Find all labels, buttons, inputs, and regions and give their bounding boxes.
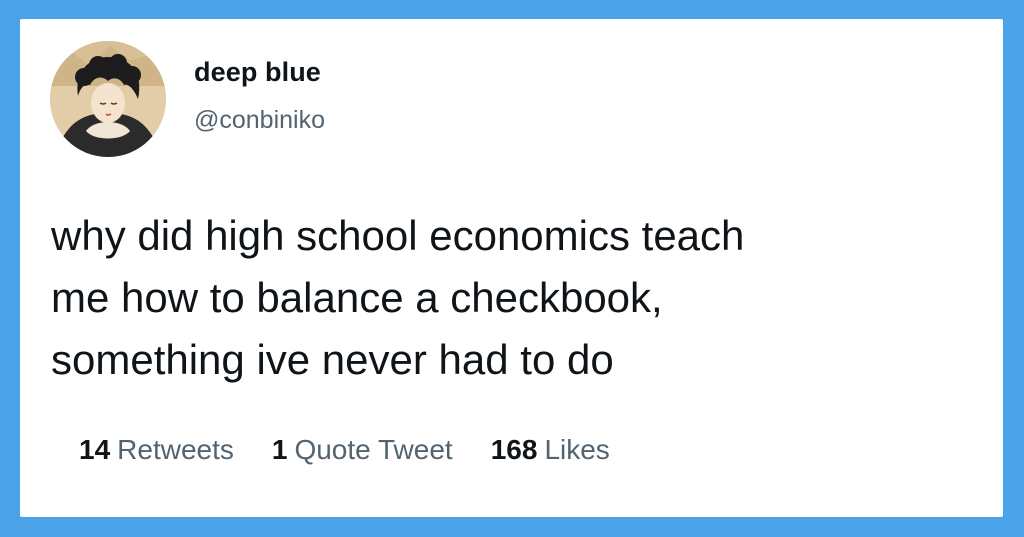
retweets-label: Retweets bbox=[117, 434, 234, 465]
retweets-count: 14 bbox=[79, 434, 111, 465]
quote-tweets-label: Quote Tweet bbox=[294, 434, 453, 465]
avatar-illustration bbox=[50, 41, 166, 157]
avatar[interactable] bbox=[50, 41, 166, 157]
display-name[interactable]: deep blue bbox=[194, 57, 321, 88]
tweet-card: deep blue @conbiniko why did high school… bbox=[20, 19, 1003, 517]
likes-stat[interactable]: 168 Likes bbox=[491, 434, 610, 466]
quote-tweets-stat[interactable]: 1 Quote Tweet bbox=[272, 434, 453, 466]
tweet-stats: 14 Retweets 1 Quote Tweet 168 Likes bbox=[79, 434, 648, 466]
tweet-text: why did high school economics teach me h… bbox=[51, 212, 745, 383]
quote-tweets-count: 1 bbox=[271, 434, 288, 465]
user-handle[interactable]: @conbiniko bbox=[194, 106, 325, 135]
likes-label: Likes bbox=[544, 434, 610, 465]
likes-count: 168 bbox=[490, 434, 538, 465]
retweets-stat[interactable]: 14 Retweets bbox=[79, 434, 234, 466]
